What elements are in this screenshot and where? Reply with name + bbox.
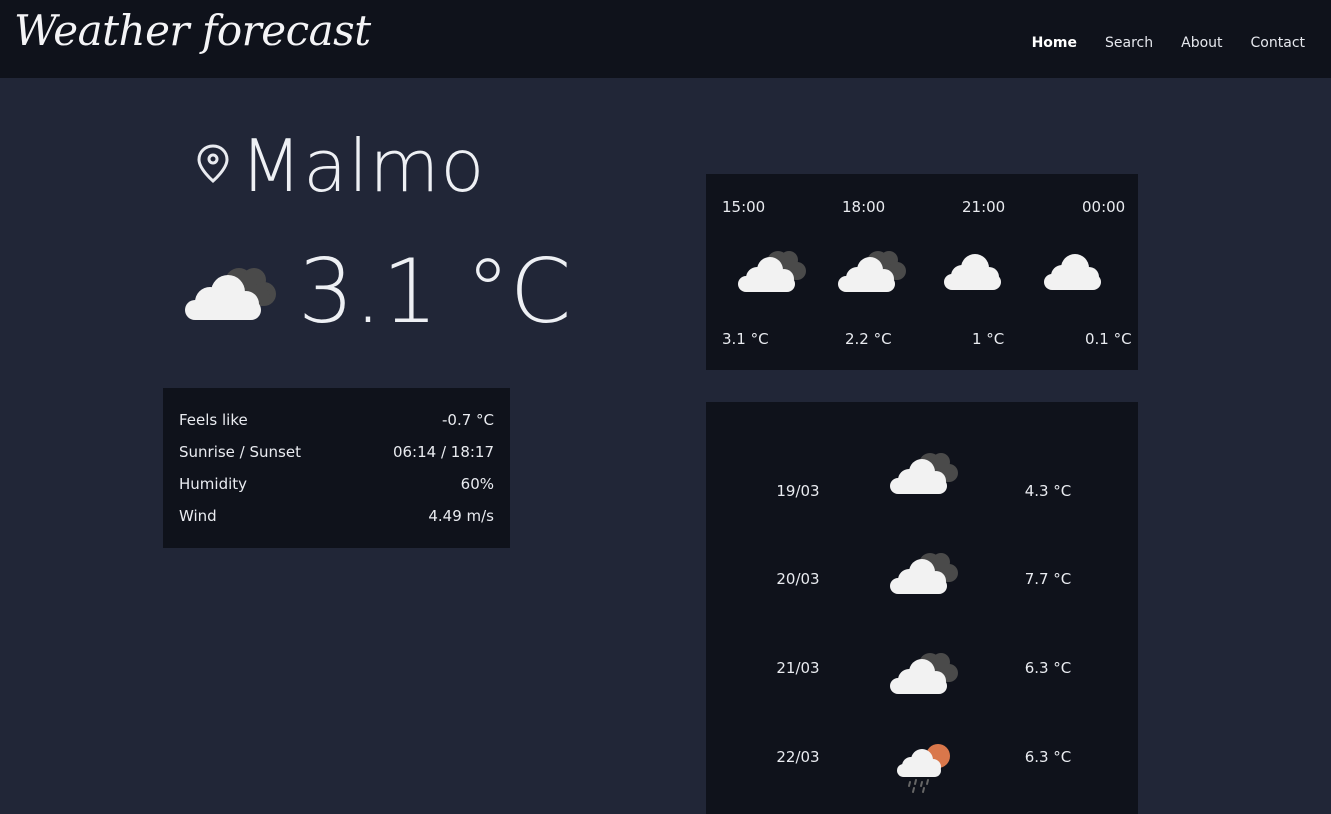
detail-value: 60% [460,475,494,493]
daily-forecast-panel: 19/03 4.3 °C 20/03 7.7 °C 21/03 6.3 °C 2… [706,402,1138,814]
daily-temp: 7.7 °C [1024,570,1072,588]
detail-row-sunrise-sunset: Sunrise / Sunset 06:14 / 18:17 [179,442,494,474]
city-name: Malmo [240,124,486,208]
detail-label: Feels like [179,411,248,429]
detail-label: Wind [179,507,217,525]
current-temperature: 3.1 °C [298,240,572,343]
rain-sun-icon [896,740,954,800]
cloudy-icon [888,446,960,500]
cloudy-icon [736,244,808,298]
daily-temp: 6.3 °C [1024,748,1072,766]
hourly-item: 21:00 1 °C [942,174,1042,370]
top-navbar: Weather forecast Home Search About Conta… [0,0,1331,78]
daily-row: 20/03 7.7 °C [706,546,1138,606]
detail-value: 4.49 m/s [428,507,494,525]
hourly-time: 00:00 [1082,198,1126,216]
hourly-time: 15:00 [722,198,766,216]
daily-date: 21/03 [776,659,820,677]
daily-date: 22/03 [776,748,820,766]
hourly-item: 18:00 2.2 °C [838,174,942,370]
nav-about-link[interactable]: About [1181,35,1222,51]
brand-logo[interactable]: Weather forecast [14,6,371,55]
daily-date: 19/03 [776,482,820,500]
hourly-temp: 0.1 °C [1085,330,1132,348]
detail-value: 06:14 / 18:17 [392,443,494,461]
hourly-temp: 3.1 °C [722,330,769,348]
daily-temp: 6.3 °C [1024,659,1072,677]
daily-row: 21/03 6.3 °C [706,646,1138,706]
nav-contact-link[interactable]: Contact [1251,35,1305,51]
cloud-icon [1042,244,1104,298]
location-heading: Malmo [196,124,485,208]
hourly-time: 18:00 [842,198,886,216]
details-panel: Feels like -0.7 °C Sunrise / Sunset 06:1… [163,388,510,548]
cloudy-icon [888,646,960,700]
detail-row-feels-like: Feels like -0.7 °C [179,410,494,442]
hourly-item: 00:00 0.1 °C [1042,174,1142,370]
main-nav: Home Search About Contact [1032,35,1305,51]
cloud-icon [942,244,1004,298]
cloudy-icon [182,258,278,326]
hourly-temp: 2.2 °C [845,330,892,348]
hourly-time: 21:00 [962,198,1006,216]
nav-search-link[interactable]: Search [1105,35,1153,51]
cloudy-icon [888,546,960,600]
cloudy-icon [836,244,908,298]
daily-temp: 4.3 °C [1024,482,1072,500]
current-weather: 3.1 °C [182,240,571,343]
nav-home-link[interactable]: Home [1032,35,1077,51]
detail-label: Sunrise / Sunset [179,443,301,461]
detail-label: Humidity [179,475,248,493]
detail-row-humidity: Humidity 60% [179,474,494,506]
daily-row: 22/03 6.3 °C [706,740,1138,800]
daily-row: 19/03 4.3 °C [706,446,1138,506]
location-pin-icon [196,144,230,188]
detail-value: -0.7 °C [441,411,494,429]
detail-row-wind: Wind 4.49 m/s [179,506,494,538]
daily-date: 20/03 [776,570,820,588]
hourly-forecast-panel: 15:00 3.1 °C 18:00 2.2 °C 21:00 1 °C 00:… [706,174,1138,370]
hourly-temp: 1 °C [972,330,1005,348]
hourly-item: 15:00 3.1 °C [722,174,822,370]
